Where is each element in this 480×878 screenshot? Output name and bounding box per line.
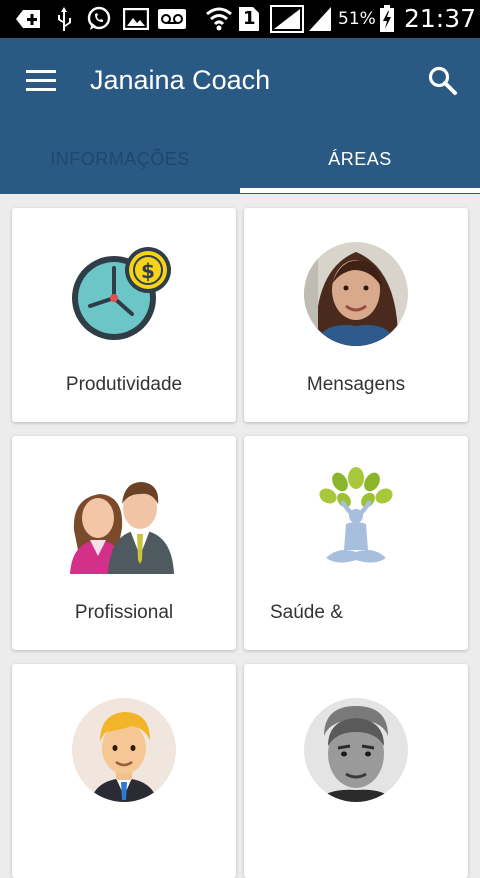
yoga-tree-icon: [318, 466, 394, 579]
woman-portrait-photo: [302, 240, 410, 353]
card-label: Produtividade: [65, 374, 183, 395]
tab-selected-indicator: [240, 188, 480, 193]
app-title: Janaina Coach: [90, 65, 271, 95]
usb-icon: [52, 6, 76, 32]
signal-icon: [308, 6, 332, 32]
tab-informacoes[interactable]: INFORMAÇÕES: [0, 134, 240, 190]
card-area-5[interactable]: [12, 664, 236, 878]
man-portrait-photo: [302, 696, 410, 809]
card-label: Saúde &: [270, 602, 343, 623]
businessman-avatar-icon: [70, 696, 178, 809]
image-icon: [122, 6, 150, 32]
svg-text:$: $: [141, 259, 155, 283]
whatsapp-icon: [86, 6, 112, 32]
sim-icon: 1: [238, 6, 260, 32]
business-people-icon: [68, 470, 178, 579]
card-saude[interactable]: Saúde &: [244, 436, 468, 650]
card-label: Profissional: [74, 602, 174, 623]
clock-money-icon: $: [70, 244, 174, 349]
battery-percent: 51%: [338, 9, 376, 29]
card-produtividade[interactable]: $ Produtividade: [12, 208, 236, 422]
status-bar: 1 51% 21:37: [0, 0, 480, 38]
sim-slot-number: 1: [243, 8, 256, 29]
app-bar: Janaina Coach INFORMAÇÕES ÁREAS: [0, 38, 480, 194]
card-area-6[interactable]: [244, 664, 468, 878]
card-label: Mensagens: [306, 374, 406, 395]
tab-areas[interactable]: ÁREAS: [240, 134, 480, 190]
signal-icon: [270, 5, 304, 33]
battery-charging-icon: [378, 5, 396, 32]
search-icon[interactable]: [426, 64, 460, 98]
card-mensagens[interactable]: Mensagens: [244, 208, 468, 422]
hamburger-menu-icon[interactable]: [26, 68, 58, 92]
clock-time: 21:37: [404, 4, 477, 33]
wifi-icon: [204, 6, 234, 32]
card-profissional[interactable]: Profissional: [12, 436, 236, 650]
voicemail-icon: [157, 6, 187, 32]
add-icon: [12, 6, 42, 32]
